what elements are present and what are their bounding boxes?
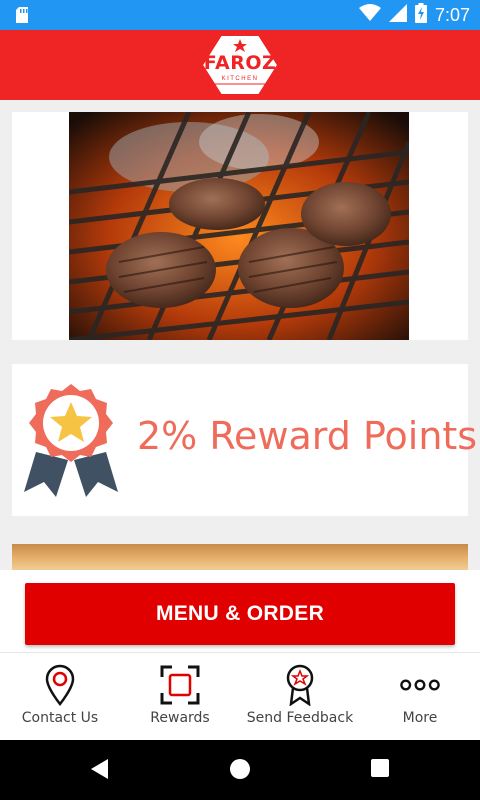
rewards-frame-icon [160, 663, 200, 707]
more-dots-icon [400, 663, 440, 707]
logo-subtext: KITCHEN [221, 76, 259, 82]
nav-more[interactable]: More [360, 653, 480, 741]
nav-send-feedback[interactable]: Send Feedback [240, 653, 360, 741]
sd-card-icon [14, 6, 30, 29]
nav-contact-us-label: Contact Us [21, 710, 99, 726]
nav-rewards-label: Rewards [150, 710, 210, 726]
reward-points-text: 2% Reward Points [137, 414, 478, 458]
nav-rewards[interactable]: Rewards [120, 653, 240, 741]
beach-promo-card[interactable] [12, 544, 468, 570]
logo-text: FAROZ [203, 52, 277, 74]
menu-order-area: MENU & ORDER [0, 570, 480, 652]
faroz-kitchen-logo[interactable]: FAROZ KITCHEN [201, 32, 279, 98]
grill-promo-card[interactable] [12, 112, 468, 340]
burger-grill-image [69, 112, 409, 340]
bottom-navigation: Contact Us Rewards Send Feedback More [0, 652, 480, 740]
home-icon[interactable] [229, 758, 251, 785]
signal-icon [388, 3, 407, 27]
app-header: FAROZ KITCHEN [0, 30, 480, 100]
beach-sunset-image [12, 544, 468, 570]
system-navigation-bar [0, 740, 480, 800]
nav-contact-us[interactable]: Contact Us [0, 653, 120, 741]
content-feed[interactable]: 2% Reward Points [0, 100, 480, 570]
back-icon[interactable] [90, 758, 110, 785]
status-bar: 7:07 [0, 0, 480, 30]
menu-order-button[interactable]: MENU & ORDER [25, 583, 455, 645]
nav-send-feedback-label: Send Feedback [246, 710, 354, 726]
location-pin-icon [40, 663, 80, 707]
feedback-medal-icon [280, 663, 320, 707]
status-time: 7:07 [434, 4, 470, 25]
battery-charging-icon [414, 2, 427, 28]
reward-points-card[interactable]: 2% Reward Points [12, 364, 477, 516]
recents-icon[interactable] [370, 758, 390, 783]
wifi-icon [358, 3, 381, 27]
nav-more-label: More [402, 710, 438, 726]
award-medal-star-icon [24, 384, 118, 497]
